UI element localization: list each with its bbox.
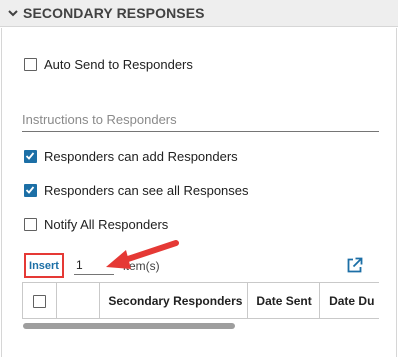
can-add-checkbox[interactable] [24,150,37,163]
chevron-down-icon[interactable] [6,6,20,20]
check-icon [25,186,35,194]
annotation-arrow-icon [106,240,179,269]
column-header-date-due[interactable]: Date Du [320,283,379,318]
can-add-option[interactable]: Responders can add Responders [24,149,238,164]
check-icon [25,152,35,160]
select-all-cell[interactable] [23,283,58,318]
auto-send-label: Auto Send to Responders [44,57,193,72]
responders-table: Secondary Responders Date Sent Date Du [22,282,379,319]
can-see-checkbox[interactable] [24,184,37,197]
section-title: SECONDARY RESPONSES [23,5,205,21]
notify-all-label: Notify All Responders [44,217,169,232]
table-header-row: Secondary Responders Date Sent Date Du [23,283,379,318]
insert-button[interactable]: Insert [24,253,64,278]
notify-all-checkbox[interactable] [24,218,37,231]
horizontal-scrollbar[interactable] [23,323,235,329]
can-see-option[interactable]: Responders can see all Responses [24,183,249,198]
select-all-checkbox[interactable] [33,294,47,308]
instructions-input[interactable]: Instructions to Responders [22,112,379,132]
auto-send-checkbox[interactable] [24,58,37,71]
column-header-secondary-responders[interactable]: Secondary Responders [100,283,249,318]
column-header-date-sent[interactable]: Date Sent [248,283,321,318]
section-header[interactable]: SECONDARY RESPONSES [0,0,398,27]
column-header-blank [57,283,101,318]
external-link-icon[interactable] [346,257,363,274]
notify-all-option[interactable]: Notify All Responders [24,217,168,232]
can-add-label: Responders can add Responders [44,149,238,164]
auto-send-option[interactable]: Auto Send to Responders [24,57,193,72]
can-see-label: Responders can see all Responses [44,183,249,198]
